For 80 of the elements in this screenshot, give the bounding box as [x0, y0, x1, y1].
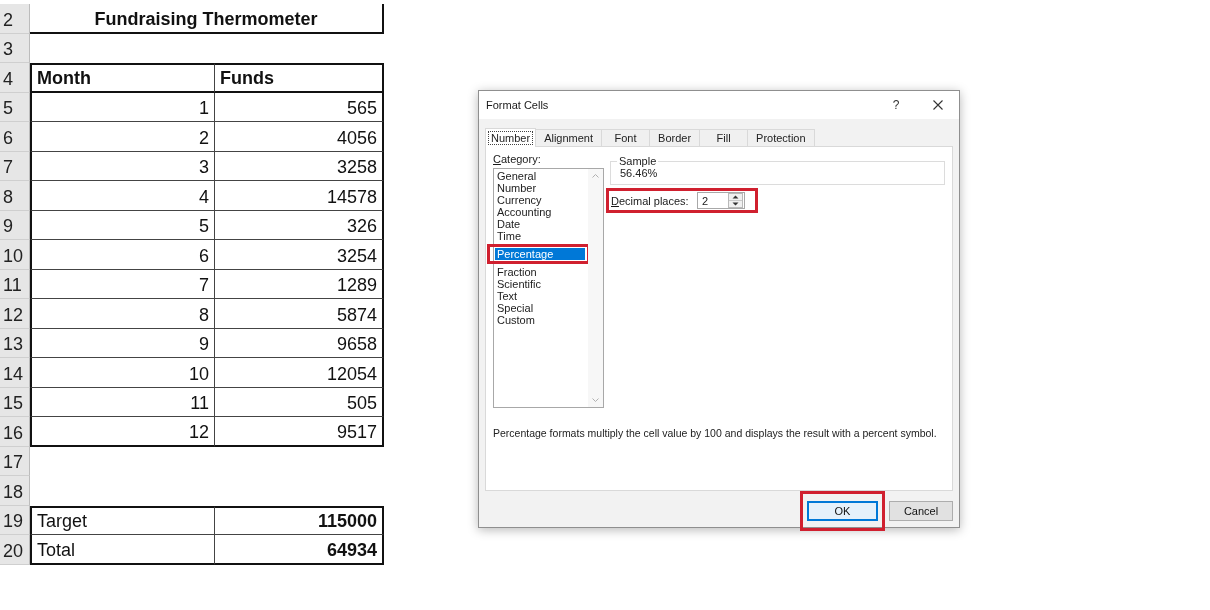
table-cell: 64934 — [215, 535, 384, 565]
sample-label: Sample — [618, 155, 658, 167]
row-number: 20 — [0, 535, 30, 565]
list-item[interactable]: Special — [495, 302, 588, 314]
table-cell: 9 — [30, 328, 215, 358]
row-number: 9 — [0, 210, 30, 240]
list-item[interactable]: Custom — [495, 314, 588, 326]
table-cell: 5874 — [215, 299, 384, 329]
row-number: 6 — [0, 122, 30, 152]
tab[interactable]: Protection — [747, 129, 815, 146]
row-number: 3 — [0, 33, 30, 63]
category-label: Category: — [493, 153, 541, 165]
row-number: 10 — [0, 240, 30, 270]
row-number: 18 — [0, 476, 30, 506]
table-cell: 14578 — [215, 181, 384, 211]
table-title: Fundraising Thermometer — [30, 4, 384, 34]
row-number: 17 — [0, 446, 30, 476]
scroll-down-icon[interactable] — [592, 398, 599, 402]
tab[interactable]: Number — [485, 128, 537, 147]
spinner-icon[interactable] — [728, 193, 743, 208]
decimal-places-label: Decimal places: — [611, 194, 690, 207]
close-icon — [933, 100, 943, 110]
list-item[interactable]: General — [495, 170, 588, 182]
table-cell: 12 — [30, 417, 215, 447]
row-number: 13 — [0, 328, 30, 358]
table-cell: 4056 — [215, 122, 384, 152]
list-item[interactable]: Time — [495, 230, 588, 242]
table-cell: 3258 — [215, 151, 384, 181]
table-cell: 326 — [215, 210, 384, 240]
sample-value: 56.46% — [620, 167, 659, 179]
table-cell: 7 — [30, 269, 215, 299]
column-header: Month — [30, 63, 215, 93]
row-number: 5 — [0, 92, 30, 122]
row-number: 15 — [0, 387, 30, 417]
table-cell: 565 — [215, 92, 384, 122]
table-cell: 10 — [30, 358, 215, 388]
table-cell: 8 — [30, 299, 215, 329]
list-item[interactable]: Date — [495, 218, 588, 230]
cancel-button[interactable]: Cancel — [889, 501, 953, 521]
row-number: 16 — [0, 417, 30, 447]
dialog-title: Format Cells — [485, 99, 550, 111]
table-cell: 1289 — [215, 269, 384, 299]
table-cell: 2 — [30, 122, 215, 152]
row-number: 12 — [0, 299, 30, 329]
table-cell: 5 — [30, 210, 215, 240]
table-cell: 505 — [215, 387, 384, 417]
list-item[interactable]: Text — [495, 290, 588, 302]
table-cell: 9517 — [215, 417, 384, 447]
tab[interactable]: Alignment — [535, 129, 603, 146]
table-cell: 4 — [30, 181, 215, 211]
row-number: 14 — [0, 358, 30, 388]
description-text: Percentage formats multiply the cell value by 100 and displays the result with a percent symbol. — [493, 427, 938, 439]
list-item[interactable]: Percentage — [495, 248, 585, 260]
table-cell: 3 — [30, 151, 215, 181]
list-item[interactable]: Scientific — [495, 278, 588, 290]
table-cell: 12054 — [215, 358, 384, 388]
table-cell: 11 — [30, 387, 215, 417]
scroll-up-icon[interactable] — [592, 174, 599, 178]
list-item[interactable]: Number — [495, 182, 588, 194]
ok-button[interactable]: OK — [807, 501, 878, 521]
row-number: 7 — [0, 151, 30, 181]
row-number: 11 — [0, 269, 30, 299]
table-cell: 9658 — [215, 328, 384, 358]
decimal-places-field[interactable]: 2 — [697, 192, 745, 209]
table-cell: 3254 — [215, 240, 384, 270]
help-button[interactable]: ? — [881, 91, 911, 119]
table-cell: Target — [30, 505, 215, 535]
row-number: 19 — [0, 505, 30, 535]
table-cell: 1 — [30, 92, 215, 122]
column-header: Funds — [215, 63, 384, 93]
table-cell: 6 — [30, 240, 215, 270]
table-cell: Total — [30, 535, 215, 565]
row-number: 8 — [0, 181, 30, 211]
scrollbar-track[interactable] — [588, 169, 603, 407]
row-number: 2 — [0, 4, 30, 34]
list-item[interactable]: Accounting — [495, 206, 588, 218]
table-cell: 115000 — [215, 505, 384, 535]
list-item[interactable]: Fraction — [495, 266, 588, 278]
row-number: 4 — [0, 63, 30, 93]
list-item[interactable]: Currency — [495, 194, 588, 206]
